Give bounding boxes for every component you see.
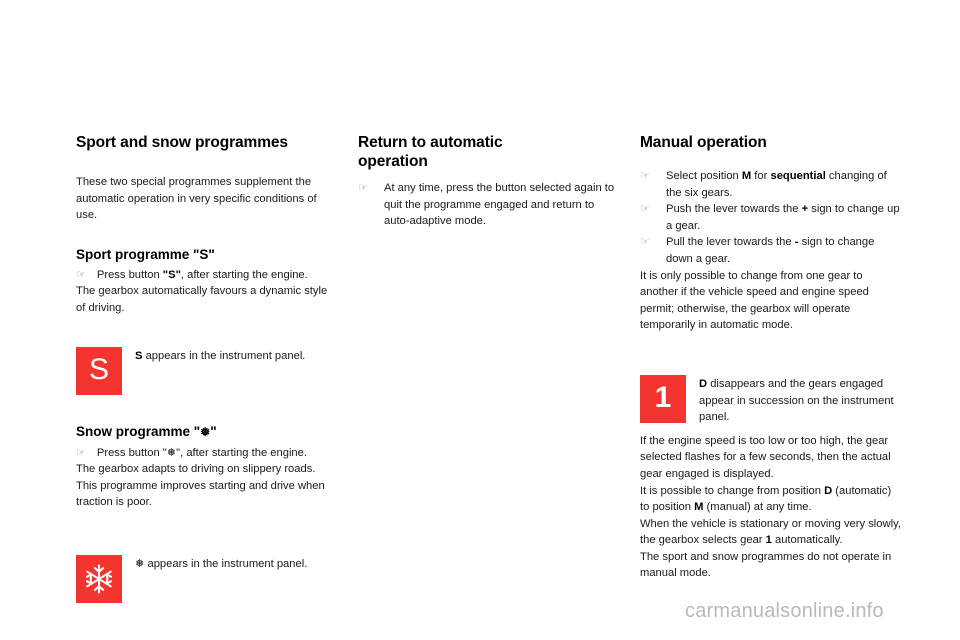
bullet-1-bold-m: M [741, 170, 752, 182]
snow-bullet-text: Press button "❅", after starting the eng… [96, 446, 307, 459]
snow-body-paragraph-2: This programme improves starting and dri… [76, 479, 325, 509]
snow-press-button-instruction: ☞ Press button "❅", after starting the en… [76, 445, 338, 462]
list-item: ☞ Pull the lever towards the - sign to ch… [640, 234, 902, 267]
body-3-part-1: It is possible to change from position [640, 484, 825, 497]
gear-indicator-caption: D disappears and the gears engaged appea… [699, 375, 902, 426]
manual-page: Sport and snow programmes These two spec… [0, 0, 960, 640]
list-item: ☞ At any time, press the button selected … [358, 180, 620, 230]
list-item: ☞ Select position M for sequential changi… [640, 168, 902, 201]
sport-caption-rest: appears in the instrument panel. [142, 349, 306, 362]
pointing-hand-icon: ☞ [358, 182, 368, 194]
snowflake-glyph [85, 564, 113, 594]
intro-paragraph: These two special programmes supplement … [76, 176, 317, 222]
snow-programme-heading: Snow programme "❅" [76, 423, 338, 441]
site-watermark: carmanualsonline.info [685, 600, 884, 622]
sport-indicator-caption: S appears in the instrument panel. [135, 347, 338, 365]
sport-programme-heading: Sport programme "S" [76, 246, 215, 262]
snowflake-icon: ❅ [135, 557, 145, 570]
sport-body-paragraph: The gearbox automatically favours a dyna… [76, 285, 328, 314]
snow-heading-prefix: Snow programme " [76, 423, 201, 439]
sport-s-indicator-icon: S [76, 346, 122, 395]
sport-indicator-row: S S appears in the instrument panel. [76, 346, 338, 395]
manual-body-paragraph-2: If the engine speed is too low or too hi… [640, 434, 891, 480]
manual-operation-bullets: ☞ Select position M for sequential changi… [640, 168, 902, 268]
bullet-2-part-1: Push the lever towards the [666, 203, 802, 216]
right-column: Manual operation ☞ Select position M for … [640, 133, 902, 582]
list-item: ☞ Push the lever towards the + sign to ch… [640, 201, 902, 234]
bullet-3-part-1: Pull the lever towards the [666, 236, 795, 249]
pointing-hand-icon: ☞ [640, 203, 650, 216]
manual-body-paragraph-5: The sport and snow programmes do not ope… [640, 550, 892, 580]
body-3-bold-d: D [824, 484, 833, 497]
snow-snowflake-indicator-icon [76, 554, 122, 603]
digit-one-glyph: 1 [654, 380, 672, 414]
snow-indicator-caption: ❅ appears in the instrument panel. [135, 555, 338, 573]
return-to-automatic-bullets: ☞ At any time, press the button selected … [358, 180, 620, 230]
gear-indicator-row: 1 D disappears and the gears engaged app… [640, 374, 902, 426]
sport-bullet-prefix: Press button [96, 268, 163, 281]
heading-line-2: operation [358, 153, 428, 170]
return-to-automatic-heading: Return to automatic operation [358, 133, 620, 171]
left-column: Sport and snow programmes These two spec… [76, 133, 338, 603]
bullet-1-part-2: for [751, 170, 771, 182]
sport-press-button-instruction: ☞ Press button "S", after starting the en… [76, 267, 338, 284]
middle-column: Return to automatic operation ☞ At any ti… [358, 133, 620, 230]
manual-body-paragraph-3: It is possible to change from position D… [640, 483, 902, 516]
manual-operation-heading: Manual operation [640, 134, 767, 151]
pointing-hand-icon: ☞ [76, 446, 86, 459]
body-4-part-2: automatically. [771, 534, 843, 547]
snowflake-icon: ❅ [200, 424, 211, 439]
snow-caption-rest: appears in the instrument panel. [144, 557, 308, 570]
bullet-1-part-1: Select position [666, 170, 742, 182]
gear-caption-bold: D [699, 377, 708, 390]
snow-heading-suffix: " [210, 423, 217, 439]
snow-body-paragraph-1: The gearbox adapts to driving on slipper… [76, 463, 316, 476]
bullet-text: At any time, press the button selected a… [384, 182, 615, 228]
manual-body-paragraph-1: It is only possible to change from one g… [640, 269, 869, 332]
snow-indicator-row: ❅ appears in the instrument panel. [76, 554, 338, 603]
sport-button-label: "S" [162, 268, 181, 281]
pointing-hand-icon: ☞ [640, 170, 650, 182]
manual-body-paragraph-4: When the vehicle is stationary or moving… [640, 516, 902, 549]
body-3-part-3: (manual) at any time. [703, 501, 812, 514]
pointing-hand-icon: ☞ [640, 236, 650, 249]
heading-line-1: Return to automatic [358, 134, 503, 151]
bullet-1-bold-sequential: sequential [770, 170, 826, 182]
gear-one-indicator-icon: 1 [640, 374, 686, 423]
gear-caption-rest: disappears and the gears engaged appear … [699, 377, 894, 424]
s-letter-glyph: S [88, 352, 109, 386]
sport-bullet-suffix: , after starting the engine. [180, 268, 308, 281]
pointing-hand-icon: ☞ [76, 268, 86, 281]
page-title: Sport and snow programmes [76, 134, 288, 151]
